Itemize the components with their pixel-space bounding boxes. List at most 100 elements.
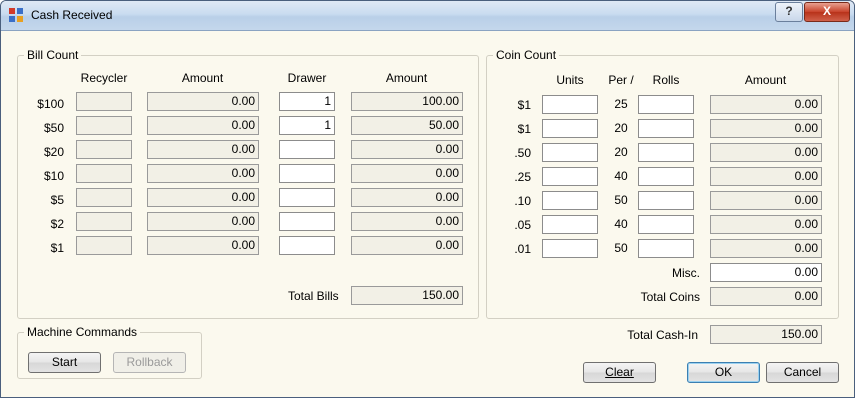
header-amount-drawer: Amount (385, 71, 428, 85)
coin-count-title: Coin Count (493, 48, 560, 62)
total-cash-in-label: Total Cash-In (627, 328, 698, 342)
coin-denom-label: .25 (514, 170, 531, 184)
bill-denom-label: $1 (50, 241, 64, 255)
coin-rolls-input[interactable] (638, 215, 694, 234)
coin-amount-field: 0.00 (710, 95, 822, 114)
coin-rolls-input[interactable] (638, 95, 694, 114)
coin-units-input[interactable] (542, 239, 598, 258)
recycler-count-field (76, 92, 132, 111)
recycler-count-field (76, 116, 132, 135)
drawer-count-input[interactable] (279, 140, 335, 159)
coin-denom-label: .01 (514, 242, 531, 256)
drawer-amount-field: 0.00 (351, 188, 463, 207)
coin-units-input[interactable] (542, 215, 598, 234)
bill-denom-label: $5 (50, 193, 64, 207)
title-bar[interactable]: Cash Received ? X (1, 1, 854, 31)
drawer-count-input[interactable]: 1 (279, 92, 335, 111)
coin-per-roll-label: 20 (614, 121, 628, 135)
recycler-count-field (76, 140, 132, 159)
total-bills-value: 150.00 (351, 286, 463, 305)
coin-per-roll-label: 20 (614, 145, 628, 159)
clear-button[interactable]: Clear (583, 362, 656, 383)
recycler-amount-field: 0.00 (147, 212, 259, 231)
recycler-count-field (76, 164, 132, 183)
header-drawer: Drawer (287, 71, 327, 85)
header-rolls: Rolls (652, 73, 680, 87)
recycler-amount-field: 0.00 (147, 188, 259, 207)
clear-button-label: Clear (605, 365, 634, 379)
recycler-amount-field: 0.00 (147, 116, 259, 135)
bill-denom-label: $10 (43, 169, 64, 183)
cash-received-window: Cash Received ? X Bill Count Recycler Am… (0, 0, 855, 398)
misc-input[interactable]: 0.00 (710, 263, 822, 282)
help-button[interactable]: ? (775, 2, 803, 22)
coin-denom-label: .05 (514, 218, 531, 232)
drawer-count-input[interactable] (279, 212, 335, 231)
recycler-count-field (76, 236, 132, 255)
recycler-amount-field: 0.00 (147, 236, 259, 255)
total-cash-in-value: 150.00 (710, 325, 822, 344)
drawer-amount-field: 50.00 (351, 116, 463, 135)
drawer-amount-field: 0.00 (351, 236, 463, 255)
coin-amount-field: 0.00 (710, 191, 822, 210)
drawer-amount-field: 0.00 (351, 212, 463, 231)
coin-amount-field: 0.00 (710, 239, 822, 258)
coin-per-roll-label: 50 (614, 241, 628, 255)
drawer-amount-field: 0.00 (351, 140, 463, 159)
total-bills-label: Total Bills (288, 289, 339, 303)
coin-units-input[interactable] (542, 143, 598, 162)
bill-denom-label: $2 (50, 217, 64, 231)
drawer-count-input[interactable] (279, 188, 335, 207)
recycler-amount-field: 0.00 (147, 92, 259, 111)
total-coins-label: Total Coins (640, 290, 700, 304)
coin-amount-field: 0.00 (710, 215, 822, 234)
drawer-count-input[interactable]: 1 (279, 116, 335, 135)
coin-rolls-input[interactable] (638, 143, 694, 162)
coin-rolls-input[interactable] (638, 191, 694, 210)
coin-amount-field: 0.00 (710, 143, 822, 162)
header-per: Per / (608, 73, 634, 87)
cancel-button[interactable]: Cancel (766, 362, 839, 383)
coin-units-input[interactable] (542, 167, 598, 186)
coin-denom-label: $1 (517, 98, 531, 112)
coin-rolls-input[interactable] (638, 167, 694, 186)
header-recycler: Recycler (80, 71, 128, 85)
drawer-count-input[interactable] (279, 164, 335, 183)
coin-rolls-input[interactable] (638, 119, 694, 138)
coin-denom-label: .10 (514, 194, 531, 208)
header-units: Units (556, 73, 584, 87)
recycler-amount-field: 0.00 (147, 164, 259, 183)
machine-commands-title: Machine Commands (24, 325, 141, 339)
rollback-button[interactable]: Rollback (113, 352, 186, 373)
coin-per-roll-label: 40 (614, 169, 628, 183)
coin-rolls-input[interactable] (638, 239, 694, 258)
bill-denom-label: $50 (43, 121, 64, 135)
misc-label: Misc. (672, 266, 700, 280)
window-title: Cash Received (31, 8, 113, 22)
coin-units-input[interactable] (542, 95, 598, 114)
bill-denom-label: $20 (43, 145, 64, 159)
ok-button[interactable]: OK (687, 362, 760, 383)
recycler-count-field (76, 188, 132, 207)
coin-per-roll-label: 50 (614, 193, 628, 207)
coin-amount-field: 0.00 (710, 119, 822, 138)
coin-units-input[interactable] (542, 119, 598, 138)
header-coin-amount: Amount (744, 73, 787, 87)
app-icon (9, 8, 23, 22)
drawer-amount-field: 0.00 (351, 164, 463, 183)
start-button[interactable]: Start (28, 352, 101, 373)
coin-per-roll-label: 40 (614, 217, 628, 231)
coin-amount-field: 0.00 (710, 167, 822, 186)
recycler-amount-field: 0.00 (147, 140, 259, 159)
bill-count-title: Bill Count (24, 48, 82, 62)
close-button[interactable]: X (804, 2, 850, 22)
header-amount-recycler: Amount (181, 71, 224, 85)
coin-units-input[interactable] (542, 191, 598, 210)
coin-denom-label: $1 (517, 122, 531, 136)
drawer-count-input[interactable] (279, 236, 335, 255)
recycler-count-field (76, 212, 132, 231)
coin-per-roll-label: 25 (614, 97, 628, 111)
bill-denom-label: $100 (37, 97, 64, 111)
drawer-amount-field: 100.00 (351, 92, 463, 111)
coin-denom-label: .50 (514, 146, 531, 160)
